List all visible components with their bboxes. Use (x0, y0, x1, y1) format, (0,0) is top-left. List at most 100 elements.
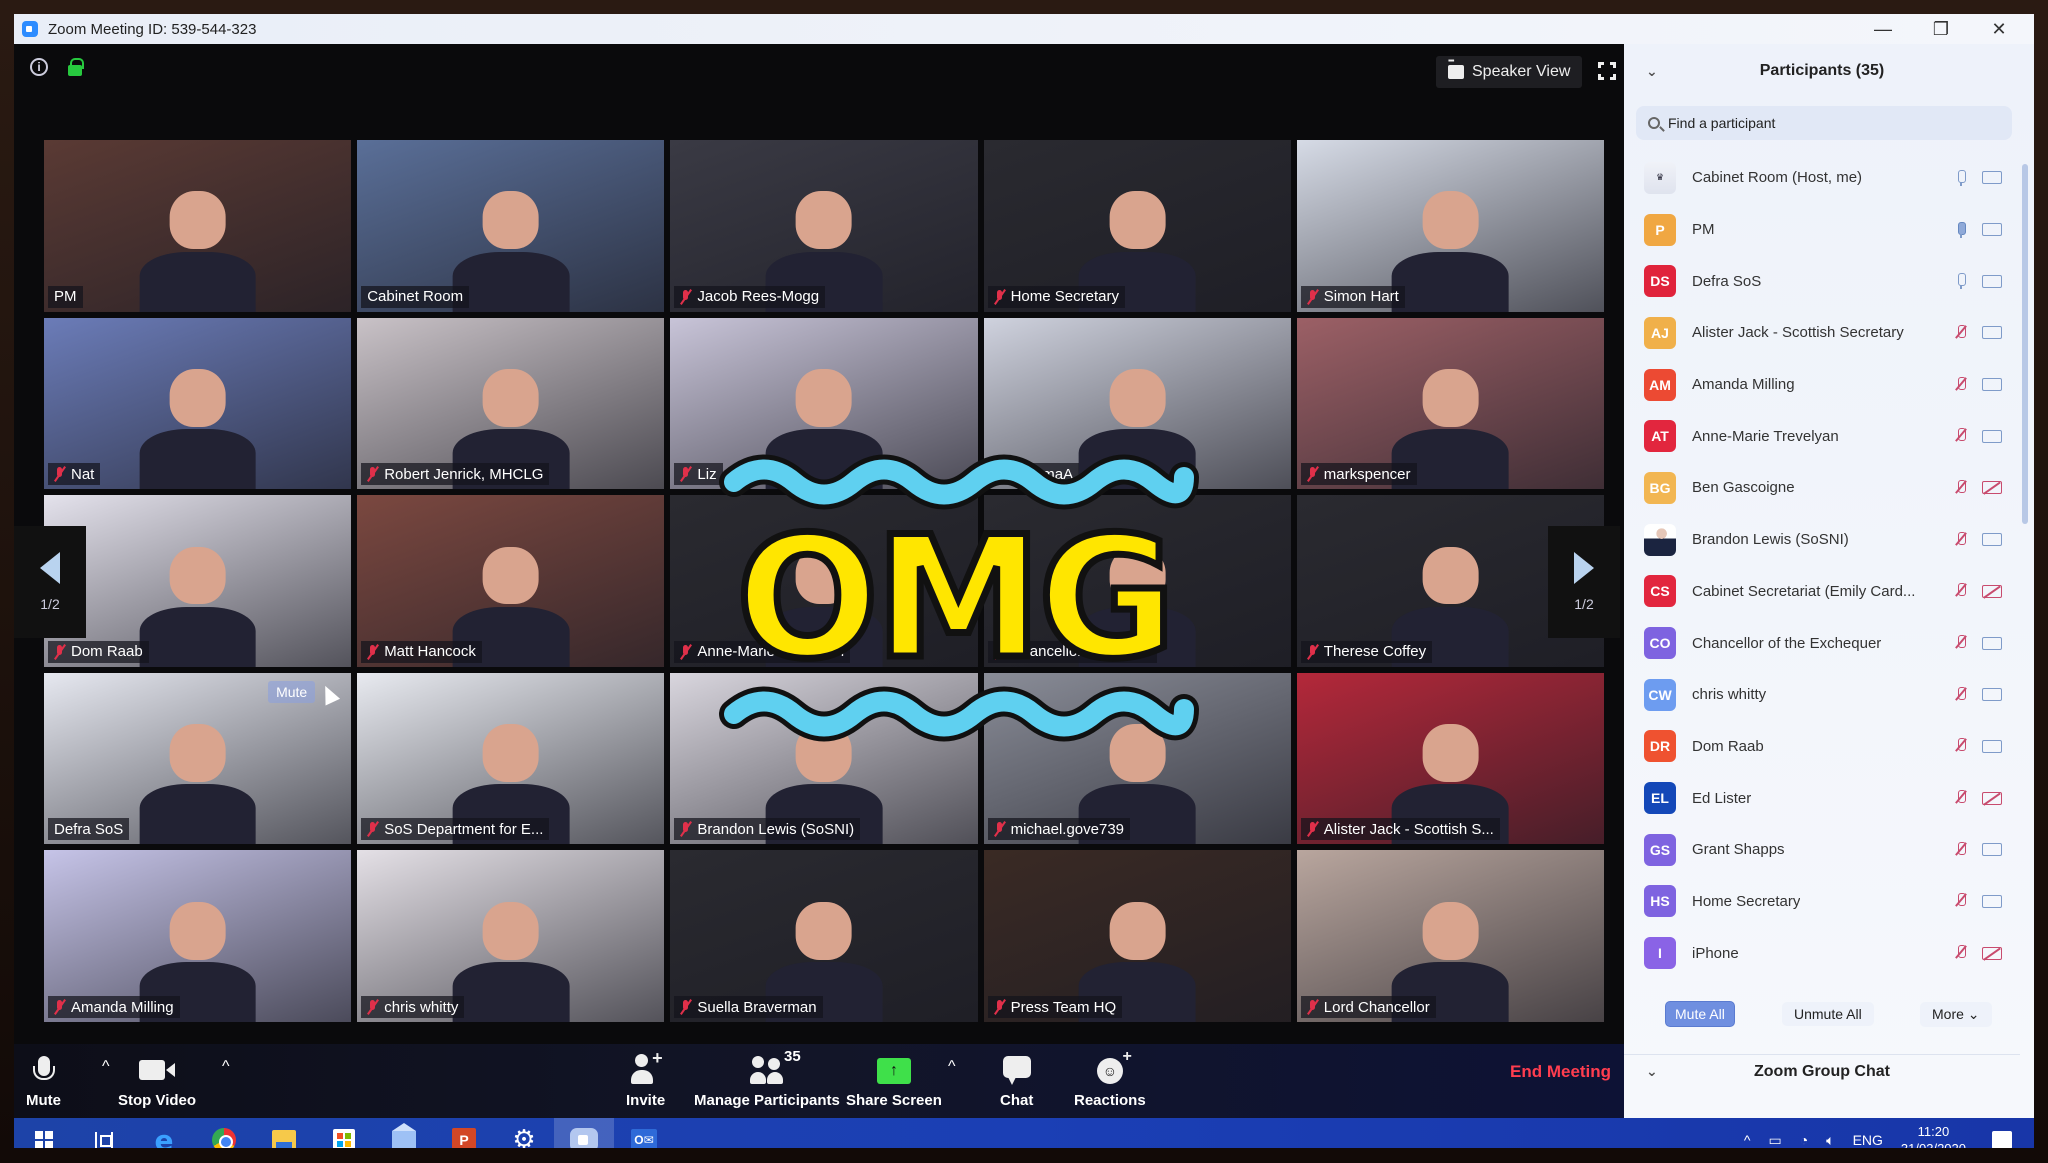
video-tile[interactable]: Suella Braverman (670, 850, 978, 1022)
video-camera-icon[interactable] (1982, 326, 2002, 340)
video-camera-icon[interactable] (1982, 223, 2002, 237)
muted-mic-icon[interactable] (1956, 893, 1966, 909)
lock-icon[interactable] (68, 58, 84, 76)
collapse-chat-chevron-icon[interactable]: ⌄ (1646, 1063, 1658, 1080)
muted-mic-icon[interactable] (1956, 376, 1966, 393)
taskbar-chrome[interactable] (194, 1118, 254, 1148)
video-tile[interactable]: Press Team HQ (983, 850, 1291, 1022)
participant-list-scrollbar[interactable] (2022, 164, 2028, 524)
video-camera-icon[interactable] (1982, 171, 2002, 185)
mute-all-button[interactable]: Mute All (1665, 1001, 1735, 1027)
participant-row[interactable]: AJ Alister Jack - Scottish Secretary (1624, 307, 2020, 359)
tile-mute-button[interactable]: Mute (268, 680, 316, 703)
video-camera-icon[interactable] (1982, 739, 2002, 753)
video-tile[interactable]: Defra SoS Mute (44, 672, 352, 845)
muted-mic-icon[interactable] (1956, 583, 1966, 599)
end-meeting-button[interactable]: End Meeting (1510, 1062, 1611, 1082)
video-off-icon[interactable] (1982, 791, 2002, 805)
video-camera-icon[interactable] (1982, 533, 2002, 547)
participant-row[interactable]: GS Grant Shapps (1624, 824, 2020, 876)
participant-row[interactable]: BG Ben Gascoigne (1624, 462, 2020, 514)
close-button[interactable]: ✕ (1970, 14, 2028, 44)
taskbar-mail[interactable] (374, 1118, 434, 1148)
video-camera-icon[interactable] (1982, 429, 2002, 443)
participant-row[interactable]: AM Amanda Milling (1624, 359, 2020, 411)
muted-mic-icon[interactable] (1956, 945, 1966, 961)
muted-mic-icon[interactable] (1956, 479, 1966, 496)
video-off-icon[interactable] (1982, 584, 2002, 598)
participant-row[interactable]: IiPhone (1624, 927, 2020, 979)
info-icon[interactable]: i (30, 58, 48, 76)
video-tile[interactable]: Jacob Rees-Mogg (670, 140, 978, 312)
participant-row[interactable]: DR Dom Raab (1624, 721, 2020, 773)
muted-mic-icon[interactable] (1956, 738, 1966, 754)
video-camera-icon[interactable] (1982, 688, 2002, 702)
fullscreen-icon[interactable] (1598, 62, 1616, 80)
participant-row[interactable]: Brandon Lewis (SoSNI) (1624, 514, 2020, 566)
stop-video-button[interactable]: Stop Video (118, 1050, 196, 1109)
video-tile[interactable]: chris whitty (357, 850, 665, 1022)
previous-page-button[interactable]: 1/2 (14, 526, 86, 638)
video-tile[interactable]: Lord Chancellor (1296, 850, 1604, 1022)
invite-button[interactable]: Invite (626, 1048, 665, 1109)
taskbar-settings[interactable]: ⚙ (494, 1118, 554, 1148)
more-button[interactable]: More ⌄ (1920, 1001, 1992, 1027)
video-tile[interactable]: PM (44, 140, 352, 312)
video-tile[interactable]: Nat (44, 317, 352, 490)
microphone-icon[interactable] (1956, 169, 1966, 186)
participant-row[interactable]: AT Anne-Marie Trevelyan (1624, 410, 2020, 462)
task-view-button[interactable] (74, 1118, 134, 1148)
video-tile[interactable]: Robert Jenrick, MHCLG (357, 317, 665, 490)
video-tile[interactable]: Matt Hancock (357, 495, 665, 667)
taskbar-file-explorer[interactable] (254, 1118, 314, 1148)
video-camera-icon[interactable] (1982, 378, 2002, 392)
video-tile[interactable]: Dom Raab (44, 495, 352, 667)
participant-row[interactable]: ♛ Cabinet Room (Host, me) (1624, 152, 2020, 204)
mute-button[interactable]: Mute (26, 1050, 61, 1109)
muted-mic-icon[interactable] (1956, 790, 1966, 806)
minimize-button[interactable]: — (1854, 14, 1912, 44)
video-off-icon[interactable] (1982, 481, 2002, 495)
video-camera-icon[interactable] (1982, 843, 2002, 857)
input-language[interactable]: ENG (1853, 1132, 1883, 1148)
taskbar-zoom[interactable] (554, 1118, 614, 1148)
video-tile[interactable]: markspencer (1296, 317, 1604, 490)
muted-mic-icon[interactable] (1956, 686, 1966, 703)
muted-mic-icon[interactable] (1956, 531, 1966, 548)
taskbar-edge[interactable]: e (134, 1118, 194, 1149)
unmute-all-button[interactable]: Unmute All (1782, 1002, 1874, 1026)
microphone-icon[interactable] (1956, 273, 1966, 290)
video-camera-icon[interactable] (1982, 274, 2002, 288)
video-tile[interactable]: Alister Jack - Scottish S... (1296, 672, 1604, 845)
participant-row[interactable]: EL Ed Lister (1624, 772, 2020, 824)
chat-button[interactable]: Chat (1000, 1050, 1033, 1109)
taskbar-outlook[interactable]: O✉ (614, 1118, 674, 1148)
start-button[interactable] (14, 1118, 74, 1148)
muted-mic-icon[interactable] (1956, 324, 1966, 341)
clock[interactable]: 11:20 31/03/2020 (1901, 1123, 1966, 1148)
volume-icon[interactable]: 🔈︎ (1826, 1132, 1834, 1149)
audio-options-caret-icon[interactable]: ^ (102, 1058, 110, 1076)
video-off-icon[interactable] (1982, 946, 2002, 960)
taskbar-powerpoint[interactable]: P (434, 1118, 494, 1148)
participant-search-input[interactable] (1668, 115, 1988, 131)
muted-mic-icon[interactable] (1956, 428, 1966, 444)
next-page-button[interactable]: 1/2 (1548, 526, 1620, 638)
video-options-caret-icon[interactable]: ^ (222, 1058, 230, 1076)
video-camera-icon[interactable] (1982, 636, 2002, 650)
manage-participants-button[interactable]: Manage Participants (694, 1050, 840, 1109)
participant-row[interactable]: P PM (1624, 204, 2020, 256)
video-tile[interactable]: Amanda Milling (44, 850, 352, 1022)
notifications-icon[interactable] (1992, 1131, 2012, 1148)
share-options-caret-icon[interactable]: ^ (948, 1058, 956, 1076)
video-tile[interactable]: Simon Hart (1296, 140, 1604, 312)
share-screen-button[interactable]: ↑ Share Screen (846, 1050, 942, 1109)
speaker-view-button[interactable]: Speaker View (1436, 56, 1583, 88)
microphone-icon[interactable] (1956, 221, 1966, 238)
video-camera-icon[interactable] (1982, 894, 2002, 908)
participant-row[interactable]: DS Defra SoS (1624, 255, 2020, 307)
reactions-button[interactable]: ☺ Reactions (1074, 1048, 1146, 1109)
show-hidden-icons-caret-icon[interactable]: ^ (1744, 1132, 1751, 1148)
restore-button[interactable]: ❐ (1912, 14, 1970, 44)
participant-row[interactable]: HS Home Secretary (1624, 876, 2020, 928)
